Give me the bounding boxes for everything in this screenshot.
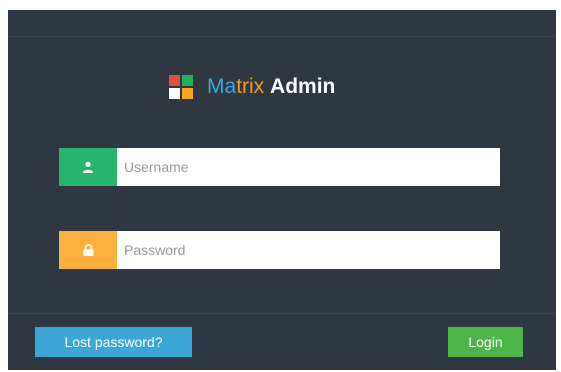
brand-name-part-trix: trix (236, 75, 265, 98)
brand-name-part-admin: Admin (270, 75, 336, 98)
top-divider (8, 36, 556, 37)
user-icon (83, 161, 93, 173)
bottom-divider (8, 313, 556, 314)
lock-icon (83, 244, 93, 256)
login-button[interactable]: Login (448, 327, 523, 357)
windows-grid-icon (169, 75, 193, 99)
password-input[interactable] (117, 231, 500, 269)
username-field (59, 148, 500, 186)
brand-logo: Matrix Admin (169, 74, 335, 100)
brand-name: Matrix Admin (207, 74, 335, 100)
login-panel: Matrix Admin Lost password? Login (8, 10, 556, 370)
username-input[interactable] (117, 148, 500, 186)
brand-name-part-ma: Ma (207, 75, 237, 98)
username-addon (59, 148, 117, 186)
lost-password-button[interactable]: Lost password? (35, 327, 192, 357)
password-addon (59, 231, 117, 269)
password-field (59, 231, 500, 269)
